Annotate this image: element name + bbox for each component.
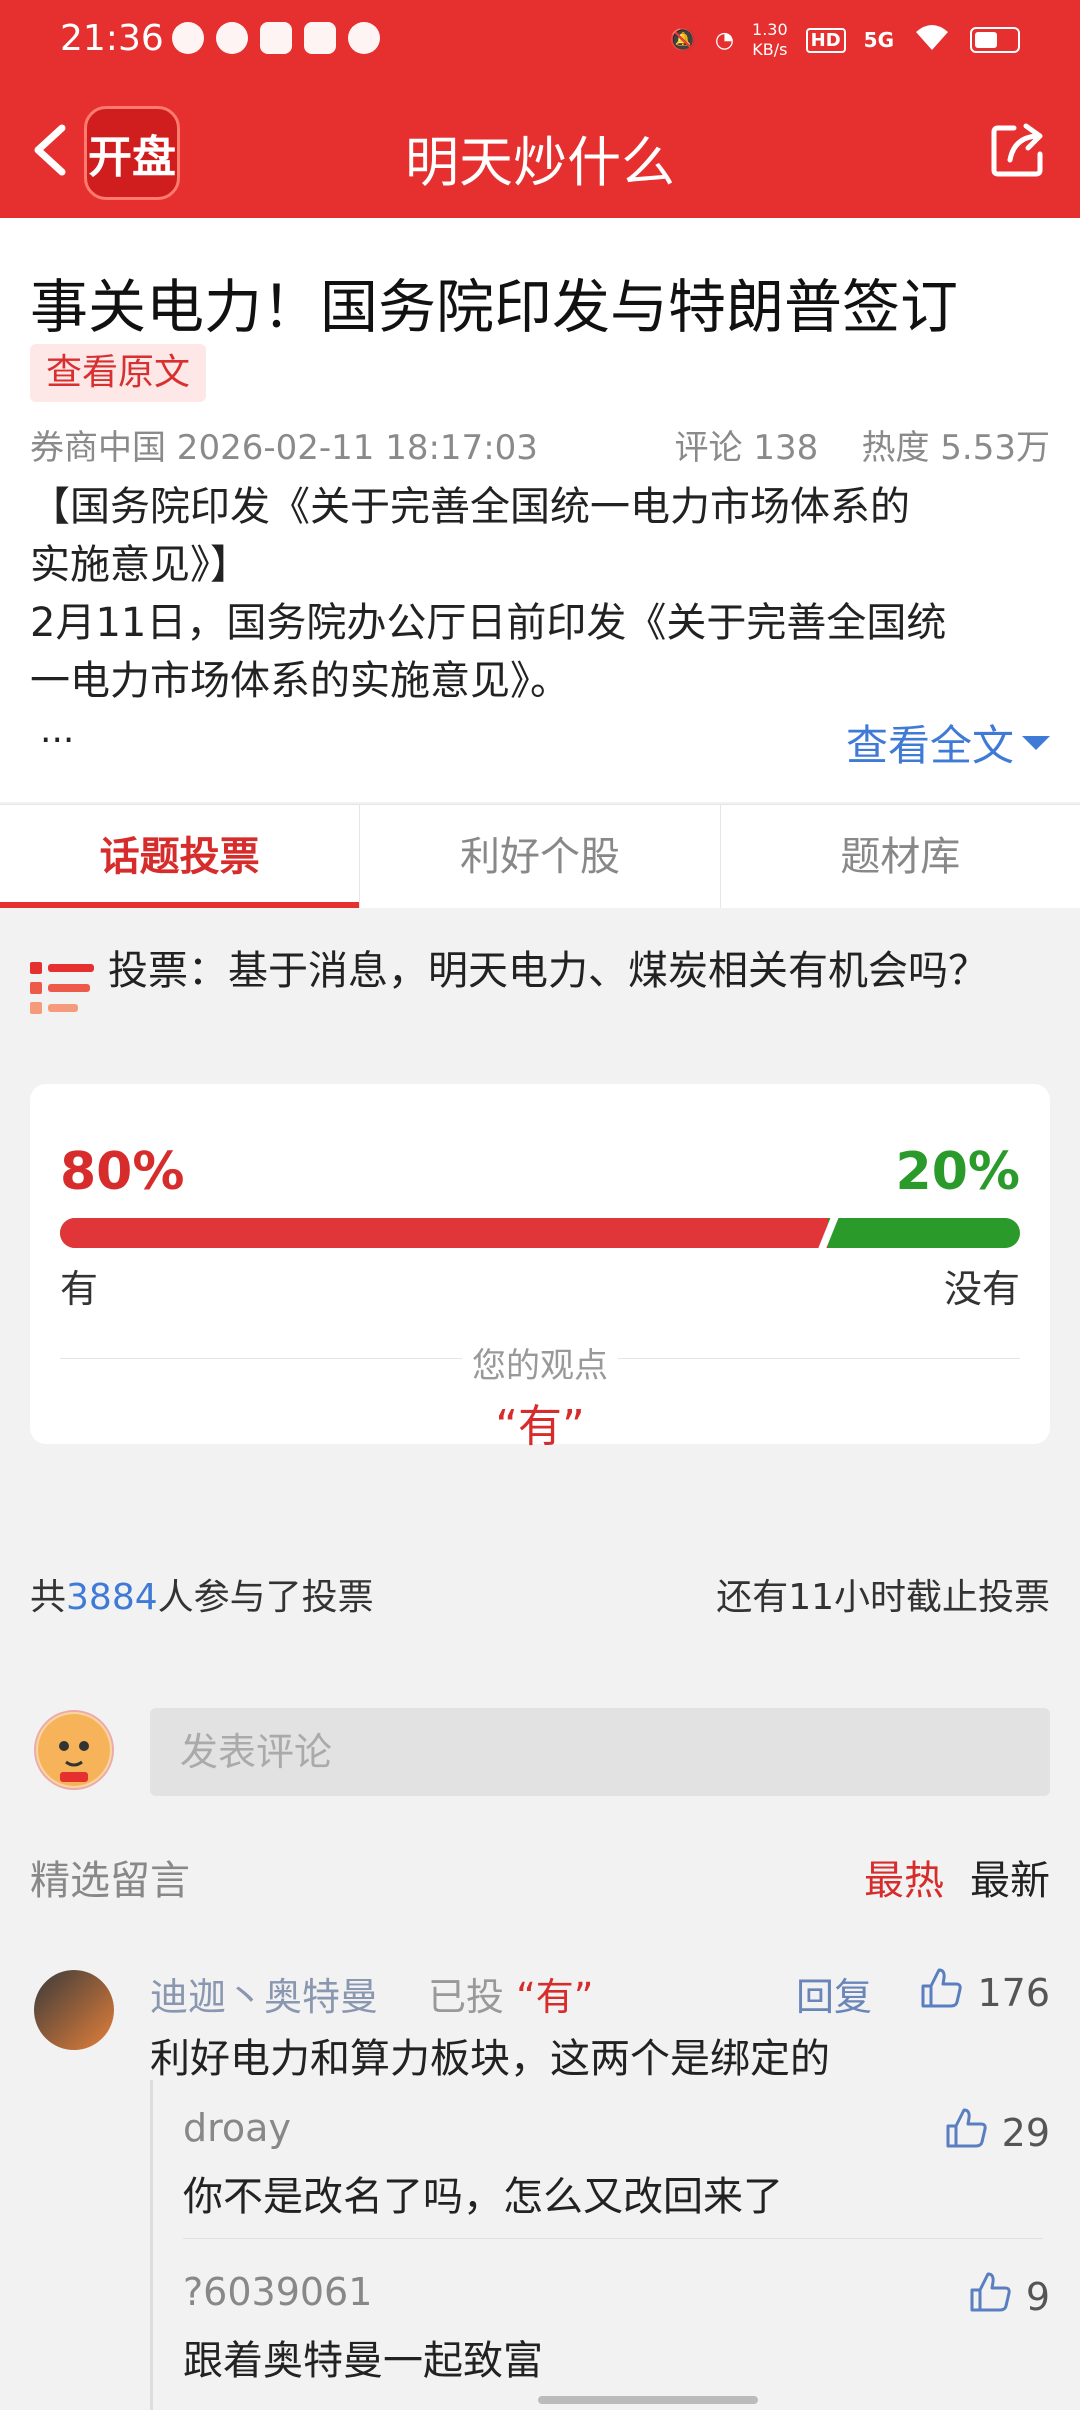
reply-button[interactable]: 回复 (796, 1966, 872, 2021)
article-body-line: 2月11日，国务院办公厅日前印发《关于完善全国统 (30, 600, 947, 646)
no-option-label: 没有 (943, 1267, 1020, 1311)
wifi-icon (912, 22, 952, 58)
comment-input[interactable]: 发表评论 (150, 1708, 1050, 1796)
comments-section: 发表评论 精选留言 最热 最新 迪迦丶奥特曼 已投 “有” 回复 176 利好电… (0, 1676, 1080, 2410)
vote-result-card: 80% 20% 有 没有 您的观点 “有” (30, 1084, 1050, 1452)
article-ellipsis: ... (40, 710, 75, 751)
thumbs-up-icon (944, 2106, 988, 2159)
vote-yes-fill (60, 1218, 828, 1248)
tab-bar: 话题投票 利好个股 题材库 (0, 804, 1080, 908)
sort-newest-tab[interactable]: 最新 (970, 1848, 1050, 1906)
heat-count: 热度 5.53万 (861, 428, 1050, 468)
article-source-time: 券商中国 2026-02-11 18:17:03 (30, 428, 538, 468)
net-speed-value: 1.30 (752, 20, 788, 39)
view-full-text-button[interactable]: 查看全文 (846, 712, 1050, 773)
status-time: 21:36 (60, 18, 164, 59)
voted-value: “有” (516, 1975, 594, 2019)
reply-text: 你不是改名了吗，怎么又改回来了 (183, 2174, 783, 2220)
speed-gauge-icon: ◔ (714, 27, 735, 53)
vote-list-icon (30, 962, 94, 1022)
article-meta: 券商中国 2026-02-11 18:17:03 评论 138 热度 5.53万 (30, 420, 1050, 469)
reply-thread: droay 29 你不是改名了吗，怎么又改回来了 ?6039061 9 跟着奥特… (150, 2080, 1050, 2410)
tab-topic-vote[interactable]: 话题投票 (0, 805, 361, 908)
yes-option-label: 有 (60, 1267, 99, 1311)
no-percent: 20% (895, 1142, 1020, 1202)
vote-section: 投票：基于消息，明天电力、煤炭相关有机会吗？ 80% 20% 有 没有 您的观点… (0, 908, 1080, 1648)
thumbs-up-icon (919, 1966, 963, 2019)
video-app-icon (260, 22, 292, 54)
share-icon[interactable] (988, 120, 1048, 180)
featured-comments-title: 精选留言 (30, 1858, 190, 1904)
comment-text: 利好电力和算力板块，这两个是绑定的 (150, 2036, 830, 2082)
vote-participants: 共3884人参与了投票 (30, 1568, 374, 1620)
thumbs-up-icon (968, 2270, 1012, 2323)
article-card: 事关电力！国务院印发与特朗普签订 查看原文 券商中国 2026-02-11 18… (0, 218, 1080, 802)
mute-icon: 🔕 (669, 27, 697, 53)
article-body-line: 实施意见》】 (30, 542, 250, 588)
article-body-line: 【国务院印发《关于完善全国统一电力市场体系的 (30, 484, 910, 530)
reply-username[interactable]: droay (183, 2106, 291, 2150)
sort-hottest-tab[interactable]: 最热 (864, 1848, 944, 1906)
comment-vote-tag: 已投 “有” (428, 1966, 593, 2021)
battery-icon (970, 27, 1020, 53)
participants-suffix: 人参与了投票 (157, 1577, 374, 1618)
signal-5g-icon: 5G (863, 28, 894, 52)
like-count: 176 (977, 1970, 1050, 2015)
comment-username[interactable]: 迪迦丶奥特曼 (150, 1966, 378, 2021)
reply-username[interactable]: ?6039061 (183, 2270, 372, 2314)
divider (183, 2238, 1043, 2239)
tab-bullish-stocks[interactable]: 利好个股 (360, 805, 721, 908)
nav-bar: 开盘 明天炒什么 (0, 80, 1080, 218)
like-button[interactable]: 29 (944, 2106, 1050, 2159)
home-indicator[interactable] (538, 2396, 758, 2404)
avatar[interactable] (34, 1710, 114, 1790)
opinion-label: 您的观点 (30, 1338, 1050, 1387)
status-system-icons: 🔕 ◔ 1.30 KB/s HD 5G (669, 20, 1020, 60)
message-icon (172, 22, 204, 54)
yes-percent: 80% (60, 1142, 185, 1202)
app-notification-icon (216, 22, 248, 54)
status-bar: 21:36 🔕 ◔ 1.30 KB/s HD 5G (0, 0, 1080, 80)
page-title: 明天炒什么 (405, 131, 675, 194)
vote-question: 投票：基于消息，明天电力、煤炭相关有机会吗？ (108, 948, 988, 994)
view-original-button[interactable]: 查看原文 (30, 344, 207, 402)
tab-theme-library[interactable]: 题材库 (721, 805, 1080, 908)
voted-prefix: 已投 (428, 1975, 505, 2019)
comment-count: 评论 138 (674, 428, 819, 468)
hd-icon: HD (805, 27, 846, 53)
like-count: 29 (1001, 2110, 1050, 2155)
article-stats: 评论 138 热度 5.53万 (675, 420, 1050, 469)
reply-text: 跟着奥特曼一起致富 (183, 2338, 543, 2384)
net-speed: 1.30 KB/s (752, 20, 788, 60)
participants-count[interactable]: 3884 (66, 1577, 158, 1618)
participants-prefix: 共 (30, 1577, 67, 1618)
store-app-icon (304, 22, 336, 54)
avatar[interactable] (34, 1970, 114, 2050)
like-count: 9 (1025, 2274, 1050, 2319)
view-full-text-label: 查看全文 (845, 721, 1014, 770)
net-speed-unit: KB/s (752, 40, 788, 59)
vote-deadline: 还有11小时截止投票 (716, 1577, 1050, 1618)
like-button[interactable]: 176 (919, 1966, 1050, 2019)
vote-progress-bar (60, 1218, 1020, 1248)
article-body: 【国务院印发《关于完善全国统一电力市场体系的 实施意见》】 2月11日，国务院办… (30, 478, 1060, 710)
article-title: 事关电力！国务院印发与特朗普签订 (30, 273, 959, 341)
status-notification-icons (172, 22, 380, 54)
my-opinion: “有” (495, 1401, 585, 1452)
like-button[interactable]: 9 (968, 2270, 1050, 2323)
caret-down-icon (1022, 735, 1050, 750)
shield-icon (348, 22, 380, 54)
article-body-line: 一电力市场体系的实施意见》。 (30, 658, 570, 704)
opinion-title: 您的观点 (462, 1346, 618, 1386)
